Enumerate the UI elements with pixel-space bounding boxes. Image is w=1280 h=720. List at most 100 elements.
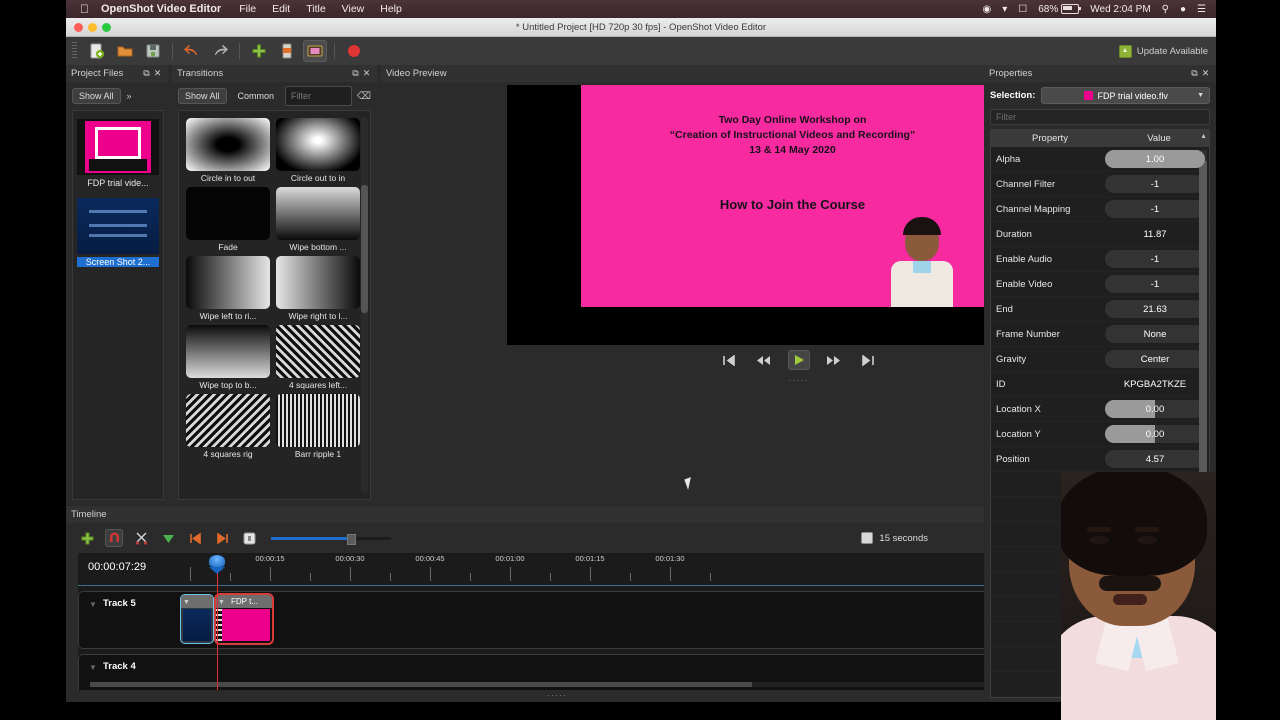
table-row[interactable]: Frame Number None	[991, 322, 1209, 347]
playhead-handle[interactable]	[209, 555, 225, 574]
transition-item[interactable]: Wipe left to ri...	[186, 256, 270, 321]
clear-filter-icon[interactable]: ⌫	[357, 91, 371, 102]
transitions-grid[interactable]: Circle in to out Circle out to in Fade W…	[178, 110, 371, 500]
table-row[interactable]: Channel Mapping -1	[991, 197, 1209, 222]
properties-filter-input[interactable]: Filter	[990, 109, 1210, 125]
apple-logo-icon[interactable]: 	[80, 3, 89, 15]
transition-item[interactable]: Circle out to in	[276, 118, 360, 183]
transitions-show-all-button[interactable]: Show All	[178, 88, 227, 104]
project-files-show-all-button[interactable]: Show All	[72, 88, 121, 104]
transition-item[interactable]: Barr ripple 1	[276, 394, 360, 459]
table-row[interactable]: Gravity Center	[991, 347, 1209, 372]
table-row[interactable]: Location X 0.00	[991, 397, 1209, 422]
property-value[interactable]: 0.00	[1105, 400, 1205, 418]
float-panel-icon[interactable]: ⧉	[1189, 68, 1200, 79]
property-value[interactable]: -1	[1105, 250, 1205, 268]
property-value[interactable]: KPGBA2TKZE	[1105, 375, 1205, 393]
toolbar-drag-handle[interactable]	[72, 42, 77, 60]
siri-icon[interactable]: ●	[1180, 4, 1186, 15]
open-project-button[interactable]	[113, 40, 137, 62]
menu-item-title[interactable]: Title	[306, 3, 325, 15]
float-panel-icon[interactable]: ⧉	[141, 68, 152, 79]
timeline-clip[interactable]: ▼	[181, 595, 213, 643]
transition-item[interactable]: 4 squares left...	[276, 325, 360, 390]
table-row[interactable]: Alpha 1.00	[991, 147, 1209, 172]
jump-to-end-button[interactable]	[858, 350, 880, 370]
timeline-zoom-level[interactable]: 15 seconds	[861, 532, 928, 544]
import-files-button[interactable]	[247, 40, 271, 62]
property-value[interactable]: -1	[1105, 200, 1205, 218]
timeline-zoom-slider[interactable]	[271, 533, 391, 545]
active-app-name[interactable]: OpenShot Video Editor	[101, 3, 221, 15]
play-button[interactable]	[787, 350, 810, 370]
add-track-button[interactable]	[78, 529, 96, 547]
property-value[interactable]: Center	[1105, 350, 1205, 368]
timeline-ruler[interactable]: 00:00:07:29 00:00:15 00:00:30 00:00:45 0…	[78, 553, 1048, 586]
timeline-horizontal-scrollbar[interactable]	[90, 682, 1036, 687]
timeline-resize-grip[interactable]: ·····	[66, 690, 1048, 700]
close-panel-icon[interactable]: ✕	[1200, 68, 1211, 79]
selection-dropdown[interactable]: FDP trial video.flv ▼	[1041, 87, 1210, 104]
transition-item[interactable]: Wipe right to l...	[276, 256, 360, 321]
undo-button[interactable]	[180, 40, 204, 62]
transition-item[interactable]: Fade	[186, 187, 270, 252]
menu-item-edit[interactable]: Edit	[272, 3, 290, 15]
table-row[interactable]: Position 4.57	[991, 447, 1209, 472]
center-playhead-button[interactable]	[240, 529, 258, 547]
property-value[interactable]: -1	[1105, 275, 1205, 293]
menu-item-help[interactable]: Help	[380, 3, 402, 15]
transition-item[interactable]: Circle in to out	[186, 118, 270, 183]
transitions-scrollbar[interactable]	[361, 117, 368, 493]
zoom-checkbox-icon[interactable]	[861, 532, 874, 544]
property-value[interactable]: None	[1105, 325, 1205, 343]
dropbox-icon[interactable]: ◉	[983, 4, 992, 15]
chevron-down-icon[interactable]: ▼	[89, 663, 97, 672]
table-row[interactable]: Enable Video -1	[991, 272, 1209, 297]
project-files-overflow-icon[interactable]: »	[127, 91, 132, 101]
table-row[interactable]: Location Y 0.00	[991, 422, 1209, 447]
timeline-canvas[interactable]: 00:00:07:29 00:00:15 00:00:30 00:00:45 0…	[78, 553, 1048, 690]
table-row[interactable]: End 21.63	[991, 297, 1209, 322]
clip-menu-icon[interactable]: ▼	[183, 596, 190, 609]
choose-profile-button[interactable]	[303, 40, 327, 62]
project-files-list[interactable]: FDP trial vide... Screen Shot 2...	[72, 110, 164, 500]
rewind-button[interactable]	[753, 350, 775, 370]
jump-to-start-button[interactable]	[718, 350, 740, 370]
next-marker-button[interactable]	[213, 529, 231, 547]
transitions-filter-input[interactable]: Filter	[285, 86, 352, 106]
list-item[interactable]: FDP trial vide...	[77, 119, 159, 188]
timeline-clip[interactable]: FDP t... ▼	[216, 595, 272, 643]
wifi-icon[interactable]: ▾	[1002, 4, 1007, 15]
property-value[interactable]: 21.63	[1105, 300, 1205, 318]
menubar-clock[interactable]: Wed 2:04 PM	[1090, 4, 1150, 15]
menu-item-file[interactable]: File	[239, 3, 256, 15]
list-item[interactable]: Screen Shot 2...	[77, 198, 159, 267]
battery-status[interactable]: 68%	[1038, 4, 1082, 15]
property-value[interactable]: 4.57	[1105, 450, 1205, 468]
property-value[interactable]: 0.00	[1105, 425, 1205, 443]
float-panel-icon[interactable]: ⧉	[350, 68, 361, 79]
previous-marker-button[interactable]	[186, 529, 204, 547]
razor-tool-button[interactable]	[132, 529, 150, 547]
clip-menu-icon[interactable]: ▼	[218, 596, 225, 609]
property-value[interactable]: 11.87	[1105, 225, 1205, 243]
scroll-up-icon[interactable]: ▲	[1200, 133, 1207, 140]
chevron-down-icon[interactable]: ▼	[89, 600, 97, 609]
table-row[interactable]: Duration 11.87	[991, 222, 1209, 247]
property-value[interactable]: 1.00	[1105, 150, 1205, 168]
spotlight-search-icon[interactable]: ⚲	[1162, 4, 1169, 15]
property-value[interactable]: -1	[1105, 175, 1205, 193]
update-available-notice[interactable]: Update Available	[1118, 44, 1208, 58]
transition-item[interactable]: Wipe top to b...	[186, 325, 270, 390]
record-button[interactable]	[342, 40, 366, 62]
menu-item-view[interactable]: View	[342, 3, 365, 15]
notification-center-icon[interactable]: ☰	[1197, 4, 1206, 15]
transition-item[interactable]: 4 squares rig	[186, 394, 270, 459]
close-panel-icon[interactable]: ✕	[152, 68, 163, 79]
fast-forward-button[interactable]	[823, 350, 845, 370]
panel-resize-grip[interactable]: ·····	[789, 375, 809, 385]
chevron-down-icon[interactable]: ▼	[1197, 92, 1204, 99]
transition-item[interactable]: Wipe bottom ...	[276, 187, 360, 252]
snap-magnet-button[interactable]	[105, 529, 123, 547]
table-row[interactable]: Enable Audio -1	[991, 247, 1209, 272]
